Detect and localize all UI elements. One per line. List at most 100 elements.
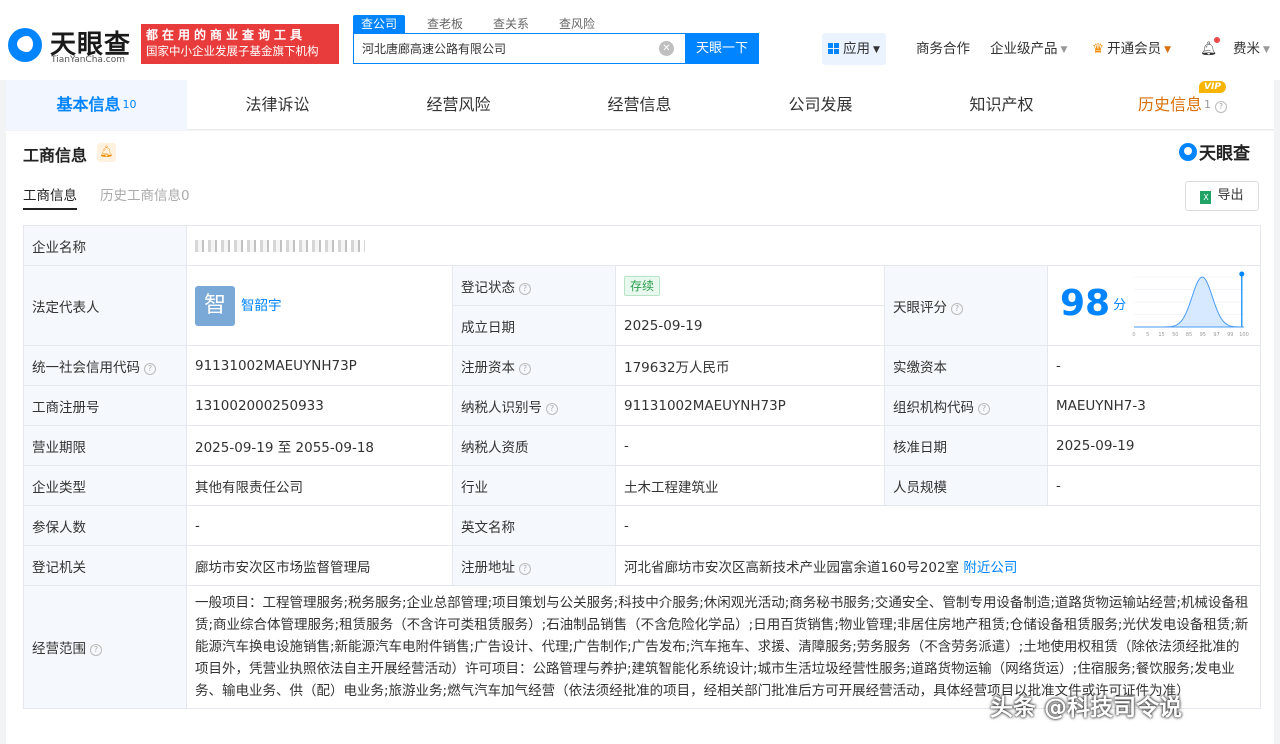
nearby-companies-link[interactable]: 附近公司 — [963, 560, 1017, 576]
score-cell[interactable]: 98 分 0 5 15 50 85 95 97 99 100 — [1046, 265, 1262, 346]
industry-label: 行业 — [452, 465, 616, 506]
business-info-table: 企业名称 法定代表人 智智韶宇 登记状态? 存续 天眼评分? 98 分 0 5 15 5… — [23, 225, 1262, 709]
org-code-label-text: 组织机构代码 — [893, 399, 974, 416]
score-axis-tick: 0 — [1132, 332, 1135, 338]
slogan-line1: 都在用的商业查询工具 — [146, 28, 307, 42]
company-name-value — [185, 225, 1262, 266]
paid-capital-value: - — [1046, 345, 1262, 386]
english-name-value: - — [614, 505, 1262, 546]
score-axis-tick: 15 — [1158, 332, 1164, 338]
search-tab-company[interactable]: 查公司 — [353, 15, 406, 33]
caret-down-icon: ▼ — [1263, 45, 1270, 55]
export-button[interactable]: X 导出 — [1185, 181, 1259, 211]
company-name-label: 企业名称 — [23, 225, 187, 266]
tab-ip[interactable]: 知识产权 — [911, 80, 1092, 130]
tianyancha-logo[interactable]: 天眼查 TianYanCha.com — [6, 22, 136, 68]
authority-label: 登记机关 — [23, 545, 187, 586]
table-row: 参保人数 - 英文名称 - — [23, 505, 1262, 546]
apps-label: 应用 — [843, 41, 870, 57]
score-axis-tick: 5 — [1146, 332, 1149, 338]
help-icon[interactable]: ? — [519, 362, 531, 375]
score-axis-tick: 85 — [1186, 332, 1192, 338]
tab-basic-info[interactable]: 基本信息 10 — [6, 80, 187, 130]
legal-rep-label: 法定代表人 — [23, 265, 187, 346]
toutiao-watermark: 头条 @科技司令说 — [990, 695, 1183, 721]
industry-value: 土木工程建筑业 — [615, 465, 885, 506]
notification-bell-icon[interactable]: 🔔︎ — [1200, 33, 1221, 65]
score-label-text: 天眼评分 — [893, 299, 947, 316]
search-tab-risk[interactable]: 查风险 — [551, 15, 603, 33]
tax-id-label: 纳税人识别号? — [452, 385, 616, 426]
avatar[interactable]: 智 — [195, 285, 235, 326]
search-button[interactable]: 天眼一下 — [685, 33, 759, 64]
logo-domain: TianYanCha.com — [51, 55, 126, 65]
brand-text: 天眼查 — [1199, 144, 1250, 164]
reg-capital-label-text: 注册资本 — [461, 359, 515, 376]
section-title: 工商信息 — [23, 146, 88, 165]
table-row: 企业名称 — [23, 225, 1262, 266]
table-row: 登记机关 廊坊市安次区市场监督管理局 注册地址? 河北省廊坊市安次区高新技术产业… — [23, 545, 1262, 586]
score-marker-dot — [1239, 271, 1245, 276]
help-icon[interactable]: ? — [144, 362, 156, 375]
excel-icon: X — [1200, 191, 1212, 204]
subtab-history-info[interactable]: 历史工商信息0 — [100, 184, 190, 210]
found-date-value: 2025-09-19 — [615, 305, 885, 346]
credit-code-label: 统一社会信用代码? — [23, 345, 187, 386]
found-date-label: 成立日期 — [452, 305, 616, 346]
reg-status-cell: 存续 — [615, 265, 885, 306]
tax-qual-label: 纳税人资质 — [452, 425, 616, 466]
search-tab-relation[interactable]: 查关系 — [485, 15, 537, 33]
company-type-label: 企业类型 — [23, 465, 187, 506]
score-unit: 分 — [1113, 297, 1127, 313]
score-axis-tick: 97 — [1213, 332, 1219, 338]
tab-development[interactable]: 公司发展 — [730, 80, 911, 130]
slogan-banner: 都在用的商业查询工具 国家中小企业发展子基金旗下机构 — [141, 24, 339, 64]
term-value: 2025-09-19 至 2055-09-18 — [186, 425, 453, 466]
table-row: 企业类型 其他有限责任公司 行业 土木工程建筑业 人员规模 - — [23, 465, 1262, 506]
credit-code-value: 91131002MAEUYNH73P — [186, 345, 453, 386]
help-icon[interactable]: ? — [546, 402, 558, 415]
scope-label: 经营范围? — [23, 585, 187, 709]
caret-down-icon: ▼ — [1164, 45, 1172, 55]
paid-capital-label: 实缴资本 — [884, 345, 1048, 386]
apps-menu[interactable]: 应用 ▼ — [822, 33, 886, 65]
business-coop-link[interactable]: 商务合作 — [916, 33, 970, 65]
help-icon: ? — [1215, 101, 1227, 113]
enterprise-products-menu[interactable]: 企业级产品 ▼ — [990, 33, 1067, 65]
unread-dot — [1214, 37, 1221, 43]
tab-operation[interactable]: 经营信息 — [549, 80, 730, 130]
tax-id-value: 91131002MAEUYNH73P — [615, 385, 885, 426]
tab-legal[interactable]: 法律诉讼 — [187, 80, 368, 130]
tax-id-label-text: 纳税人识别号 — [461, 399, 542, 416]
legal-rep-name-link[interactable]: 智韶宇 — [241, 298, 282, 314]
credit-code-label-text: 统一社会信用代码 — [32, 359, 140, 376]
address-label-text: 注册地址 — [461, 559, 515, 576]
reg-no-value: 131002000250933 — [186, 385, 453, 426]
help-icon[interactable]: ? — [978, 402, 990, 415]
vip-label: 开通会员 — [1107, 41, 1162, 57]
score-axis-tick: 50 — [1172, 332, 1178, 338]
help-icon[interactable]: ? — [90, 644, 102, 656]
address-value: 河北省廊坊市安次区高新技术产业园富余道160号202室 — [624, 559, 960, 576]
clear-icon[interactable]: ✕ — [659, 41, 674, 56]
term-label: 营业期限 — [23, 425, 187, 466]
user-menu[interactable]: 费米 ▼ — [1233, 33, 1270, 65]
subtab-business-info[interactable]: 工商信息 — [23, 184, 77, 210]
help-icon[interactable]: ? — [951, 302, 963, 315]
search-input[interactable] — [354, 34, 654, 63]
tab-risk[interactable]: 经营风险 — [368, 80, 549, 130]
subscribe-bell-icon[interactable]: 🔔︎ — [97, 143, 116, 162]
open-vip-menu[interactable]: ♛ 开通会员 ▼ — [1092, 33, 1171, 65]
tab-history[interactable]: 历史信息 1? — [1092, 80, 1273, 130]
search-tab-boss[interactable]: 查老板 — [419, 15, 471, 33]
table-row: 法定代表人 智智韶宇 登记状态? 存续 天眼评分? 98 分 0 5 15 50 85 95… — [23, 265, 1262, 346]
table-row: 统一社会信用代码? 91131002MAEUYNH73P 注册资本? 17963… — [23, 345, 1262, 386]
scope-label-text: 经营范围 — [32, 641, 86, 657]
status-badge: 存续 — [624, 275, 661, 296]
help-icon[interactable]: ? — [519, 282, 531, 295]
caret-down-icon: ▼ — [1060, 45, 1068, 55]
address-cell: 河北省廊坊市安次区高新技术产业园富余道160号202室 附近公司 — [614, 545, 1262, 586]
tianyancha-brand: 天眼查 — [1179, 139, 1250, 164]
help-icon[interactable]: ? — [519, 562, 531, 575]
address-label: 注册地址? — [452, 545, 616, 586]
